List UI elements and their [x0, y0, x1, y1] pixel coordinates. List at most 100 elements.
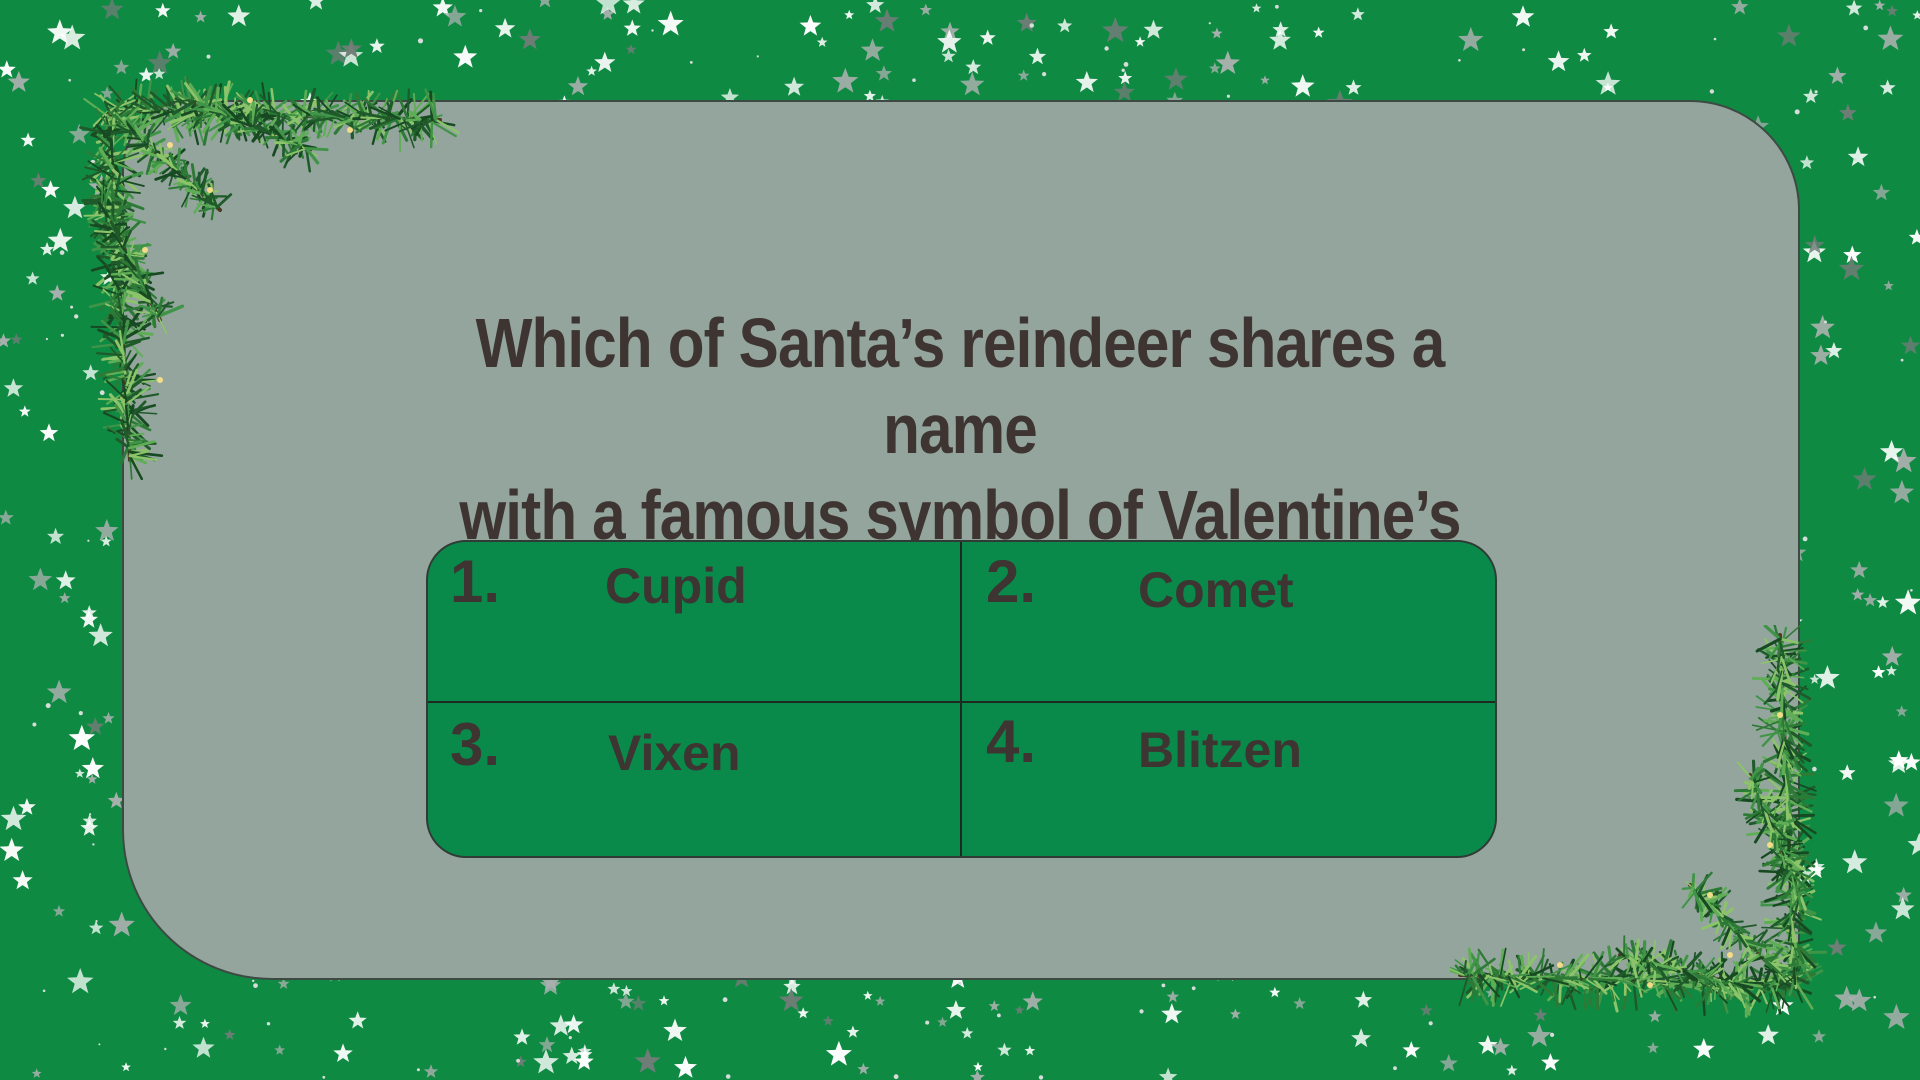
sparkle-icon: [45, 703, 51, 709]
star-icon: [1810, 344, 1832, 365]
sparkle-icon: [1900, 358, 1904, 362]
star-icon: [1895, 705, 1908, 717]
star-icon: [607, 982, 621, 995]
star-icon: [919, 3, 932, 16]
sparkle-icon: [1824, 320, 1827, 324]
sparkle-icon: [89, 813, 92, 816]
star-icon: [825, 1040, 852, 1066]
star-icon: [227, 4, 251, 27]
star-icon: [1113, 81, 1135, 102]
star-icon: [333, 1043, 353, 1062]
star-icon: [348, 1011, 367, 1029]
star-icon: [1894, 589, 1920, 615]
star-icon: [1057, 18, 1073, 33]
star-icon: [108, 911, 135, 937]
sparkle-icon: [98, 1043, 101, 1046]
option-number: 3.: [450, 711, 501, 778]
sparkle-icon: [1794, 109, 1800, 115]
star-icon: [1017, 69, 1030, 81]
star-icon: [1850, 560, 1869, 579]
star-icon: [1877, 25, 1904, 51]
star-icon: [594, 51, 616, 72]
star-icon: [55, 570, 76, 590]
sparkle-icon: [1038, 1075, 1044, 1080]
sparkle-icon: [1139, 1009, 1144, 1014]
sparkle-icon: [266, 1022, 271, 1026]
star-icon: [844, 9, 855, 20]
star-icon: [30, 172, 47, 188]
star-icon: [779, 988, 804, 1012]
star-icon: [1506, 1064, 1518, 1076]
star-icon: [1879, 79, 1896, 95]
star-icon: [1158, 1067, 1178, 1080]
star-icon: [81, 757, 104, 779]
star-icon: [31, 1068, 42, 1078]
sparkle-icon: [1854, 158, 1857, 161]
option-label: Cupid: [605, 558, 747, 614]
star-icon: [1799, 155, 1815, 170]
star-icon: [1845, 0, 1863, 16]
star-icon: [1647, 1041, 1659, 1054]
star-icon: [1825, 342, 1843, 359]
sparkle-icon: [1275, 4, 1279, 9]
star-icon: [86, 717, 105, 735]
star-icon: [1881, 645, 1903, 666]
star-icon: [1912, 10, 1920, 20]
star-icon: [192, 1036, 215, 1058]
sparkle-icon: [164, 1047, 167, 1051]
sparkle-icon: [997, 1013, 1001, 1018]
star-icon: [1828, 66, 1847, 84]
star-icon: [67, 968, 94, 994]
sparkle-icon: [87, 539, 90, 542]
star-icon: [1208, 62, 1221, 74]
star-icon: [28, 567, 53, 591]
star-icon: [1102, 17, 1129, 43]
sparkle-icon: [1522, 48, 1526, 52]
star-icon: [822, 1015, 834, 1026]
star-icon: [784, 76, 805, 96]
star-icon: [1863, 593, 1878, 607]
star-icon: [857, 1062, 870, 1075]
sparkle-icon: [78, 711, 83, 716]
star-icon: [1902, 752, 1920, 771]
star-icon: [1731, 0, 1749, 15]
star-icon: [200, 1018, 210, 1028]
star-icon: [172, 1015, 187, 1029]
star-icon: [25, 271, 40, 285]
star-icon: [1143, 19, 1164, 39]
star-icon: [1511, 5, 1535, 27]
sparkle-icon: [925, 1020, 930, 1025]
star-icon: [1269, 986, 1281, 998]
star-icon: [1251, 3, 1262, 13]
star-icon: [169, 994, 192, 1015]
star-icon: [1851, 587, 1865, 601]
star-icon: [164, 42, 182, 59]
sparkle-icon: [1226, 94, 1230, 98]
sparkle-icon: [32, 722, 37, 727]
option-number: 1.: [450, 548, 501, 615]
star-icon: [1211, 27, 1223, 39]
star-icon: [1215, 50, 1240, 74]
star-icon: [538, 1036, 556, 1053]
star-icon: [816, 36, 828, 47]
star-icon: [1847, 146, 1869, 167]
star-icon: [625, 44, 637, 55]
star-icon: [155, 2, 171, 18]
option-number: 4.: [986, 708, 1037, 775]
star-icon: [0, 333, 11, 348]
star-icon: [1024, 1045, 1036, 1056]
star-icon: [1838, 255, 1865, 280]
star-icon: [1028, 47, 1047, 65]
star-icon: [1852, 466, 1877, 490]
star-icon: [1229, 1008, 1241, 1019]
sparkle-icon: [1814, 90, 1818, 94]
star-icon: [1577, 47, 1592, 62]
star-icon: [617, 992, 635, 1009]
star-icon: [1876, 595, 1890, 608]
star-icon: [1164, 67, 1188, 90]
star-icon: [100, 0, 124, 20]
sparkle-icon: [912, 78, 916, 82]
sparkle-icon: [1042, 72, 1047, 77]
sparkle-icon: [893, 1074, 899, 1080]
star-icon: [18, 405, 31, 417]
